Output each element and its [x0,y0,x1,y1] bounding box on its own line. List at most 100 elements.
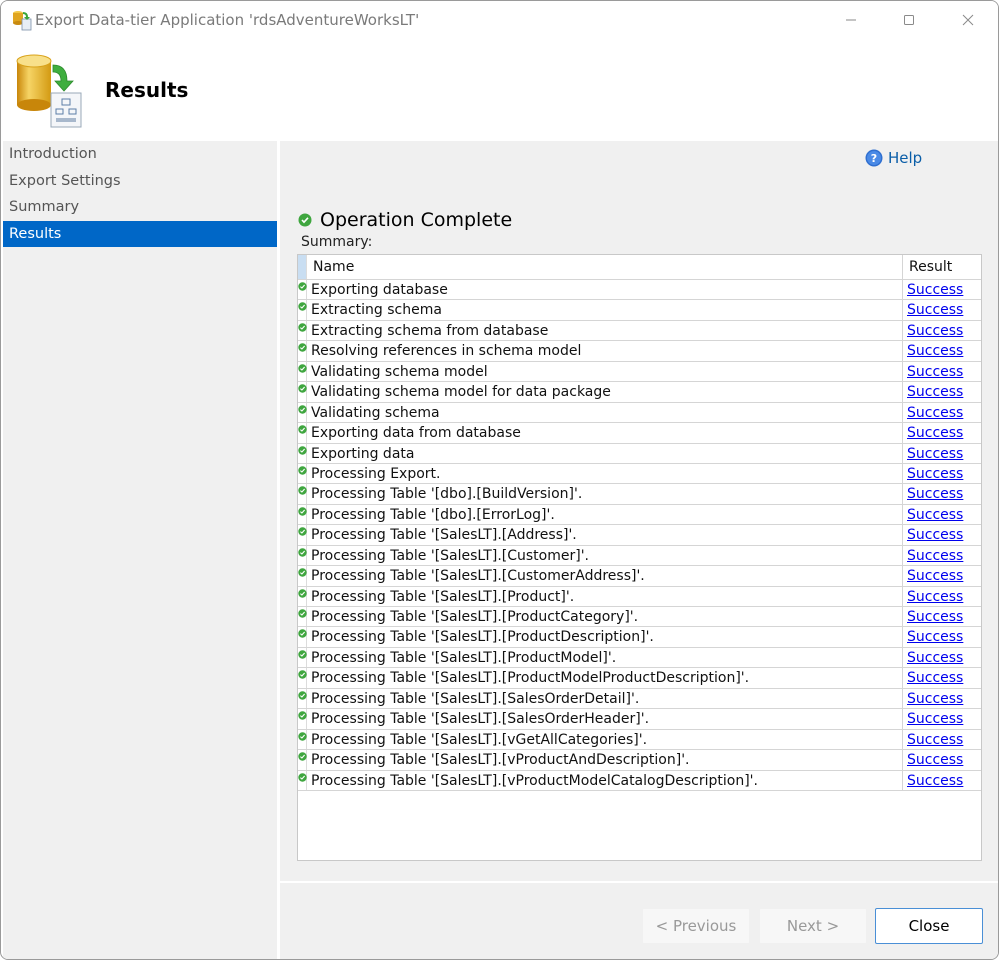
success-check-icon [298,711,307,720]
nav-item-introduction[interactable]: Introduction [3,141,277,168]
row-name: Exporting data from database [307,423,903,443]
result-link[interactable]: Success [907,650,963,666]
nav-item-export-settings[interactable]: Export Settings [3,168,277,195]
table-row[interactable]: Processing Table '[dbo].[BuildVersion]'.… [298,484,981,505]
table-row[interactable]: Processing Table '[SalesLT].[vProductAnd… [298,750,981,771]
table-row[interactable]: Processing Table '[SalesLT].[vProductMod… [298,770,981,791]
result-link[interactable]: Success [907,466,963,482]
column-header-result[interactable]: Result [903,255,981,279]
table-row[interactable]: Processing Table '[SalesLT].[SalesOrderH… [298,709,981,730]
maximize-button[interactable] [886,1,932,39]
row-result-cell: Success [903,484,981,503]
result-link[interactable]: Success [907,752,963,768]
row-name: Processing Table '[SalesLT].[ProductMode… [307,668,903,688]
page-header: Results [1,41,998,141]
table-row[interactable]: Processing Table '[SalesLT].[ProductDesc… [298,627,981,648]
row-name: Processing Table '[SalesLT].[ProductCate… [307,607,903,627]
row-result-cell: Success [903,587,981,606]
minimize-button[interactable] [828,1,874,39]
wizard-footer: < Previous Next > Close [280,881,998,959]
table-row[interactable]: Processing Table '[SalesLT].[CustomerAdd… [298,566,981,587]
success-check-icon [298,609,307,618]
close-icon [962,14,974,26]
row-result-cell: Success [903,709,981,728]
result-link[interactable]: Success [907,629,963,645]
table-row[interactable]: Exporting database Success [298,280,981,301]
result-link[interactable]: Success [907,609,963,625]
table-row[interactable]: Extracting schema Success [298,300,981,321]
row-name: Processing Table '[SalesLT].[Address]'. [307,525,903,545]
result-link[interactable]: Success [907,732,963,748]
row-result-cell: Success [903,648,981,667]
result-link[interactable]: Success [907,446,963,462]
results-panel: ? Help Operation Complete Summary: Name … [280,141,998,881]
result-link[interactable]: Success [907,773,963,789]
table-row[interactable]: Processing Table '[SalesLT].[ProductCate… [298,607,981,628]
close-button[interactable]: Close [875,908,983,944]
table-row[interactable]: Validating schema Success [298,402,981,424]
result-link[interactable]: Success [907,364,963,380]
success-check-icon [298,568,307,577]
row-status-cell [298,504,307,525]
row-status-cell [298,280,307,300]
table-row[interactable]: Processing Table '[SalesLT].[Product]'. S… [298,586,981,607]
result-link[interactable]: Success [907,568,963,584]
row-status-cell [298,627,307,647]
close-window-button[interactable] [945,1,991,39]
table-row[interactable]: Processing Table '[SalesLT].[ProductMode… [298,647,981,669]
success-check-icon [298,670,307,680]
result-link[interactable]: Success [907,507,963,523]
previous-button[interactable]: < Previous [642,908,750,944]
success-check-icon [298,282,307,291]
row-result-cell: Success [903,525,981,544]
row-name: Resolving references in schema model [307,341,903,361]
row-status-cell [298,320,307,341]
svg-text:?: ? [871,152,877,165]
result-link[interactable]: Success [907,282,963,298]
table-row[interactable]: Exporting data from database Success [298,423,981,444]
row-result-cell: Success [903,321,981,340]
table-row[interactable]: Processing Table '[SalesLT].[vGetAllCate… [298,729,981,751]
result-link[interactable]: Success [907,405,963,421]
table-row[interactable]: Extracting schema from database Success [298,320,981,342]
row-result-cell: Success [903,546,981,565]
table-row[interactable]: Exporting data Success [298,443,981,464]
page-title: Results [105,78,189,102]
table-row[interactable]: Processing Table '[dbo].[ErrorLog]'. Succ… [298,504,981,526]
table-row[interactable]: Validating schema model Success [298,361,981,383]
help-link[interactable]: ? Help [865,149,922,167]
table-row[interactable]: Processing Table '[SalesLT].[Customer]'.… [298,545,981,567]
table-row[interactable]: Processing Table '[SalesLT].[Address]'. S… [298,525,981,546]
table-row[interactable]: Resolving references in schema model Succ… [298,341,981,362]
result-link[interactable]: Success [907,425,963,441]
nav-item-summary[interactable]: Summary [3,194,277,221]
row-name: Processing Table '[SalesLT].[Customer]'. [307,545,903,566]
row-result-cell: Success [903,423,981,442]
result-link[interactable]: Success [907,711,963,727]
table-row[interactable]: Processing Table '[SalesLT].[ProductMode… [298,668,981,689]
result-link[interactable]: Success [907,343,963,359]
result-link[interactable]: Success [907,691,963,707]
result-link[interactable]: Success [907,527,963,543]
result-link[interactable]: Success [907,486,963,502]
table-row[interactable]: Processing Export. Success [298,463,981,485]
result-link[interactable]: Success [907,323,963,339]
result-link[interactable]: Success [907,589,963,605]
nav-item-results[interactable]: Results [3,220,277,247]
row-result-cell: Success [903,689,981,708]
success-check-icon [298,772,307,782]
result-link[interactable]: Success [907,384,963,400]
row-status-cell [298,586,307,606]
result-link[interactable]: Success [907,548,963,564]
table-row[interactable]: Processing Table '[SalesLT].[SalesOrderD… [298,688,981,710]
row-result-cell: Success [903,505,981,524]
row-name: Validating schema [307,402,903,423]
row-result-cell: Success [903,607,981,626]
result-link[interactable]: Success [907,670,963,686]
table-row[interactable]: Validating schema model for data package… [298,382,981,403]
column-header-name[interactable]: Name [307,255,903,279]
next-button[interactable]: Next > [759,908,867,944]
row-result-cell: Success [903,382,981,401]
success-check-icon [298,343,307,353]
result-link[interactable]: Success [907,302,963,318]
